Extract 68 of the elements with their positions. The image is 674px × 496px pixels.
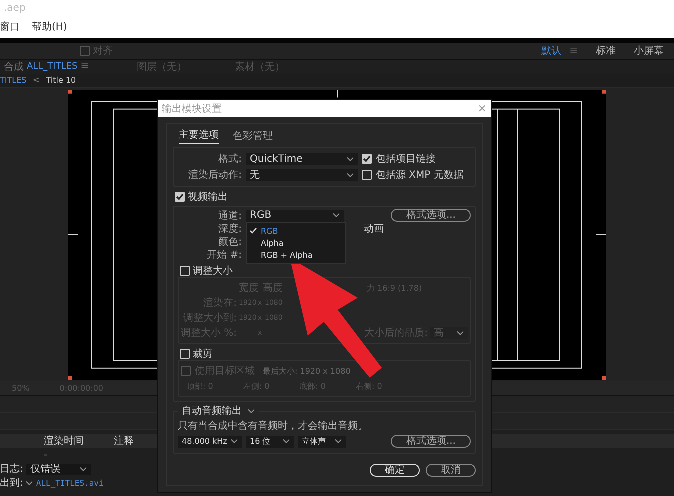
workspace-tab[interactable]: 默认 [542,44,562,58]
log-label: 日志: [0,462,24,476]
dialog-button[interactable]: 确定 [370,464,420,477]
caret-icon [231,439,238,444]
resize-handle[interactable] [602,90,606,94]
option-label: RGB [261,226,278,236]
audio-mode-dropdown[interactable]: 自动音频输出 [178,405,259,417]
section-label: 调整大小 [193,264,233,278]
caret-icon [347,172,354,178]
output-label: 出到: [0,476,24,490]
dialog-title: 输出模块设置 [162,102,222,116]
workspace-tab[interactable]: 标准 [596,44,616,58]
panel-tab-label: 合成 [4,60,24,74]
table-cell: - [44,450,48,460]
caret-icon [283,439,290,444]
breadcrumb-separator: < [32,76,40,86]
menu-item[interactable]: 窗口 [0,20,20,34]
resize-handle[interactable] [68,90,72,94]
channels-dropdown[interactable]: RGB [246,210,344,222]
breadcrumb-item[interactable]: Title 10 [46,76,76,85]
bit-depth-dropdown[interactable]: 16 位 [246,436,294,448]
menu-option[interactable]: RGB [247,225,345,237]
column-header[interactable]: 注释 [114,434,134,448]
checkbox[interactable] [80,46,90,56]
field-label: 颜色: [218,236,242,248]
menu-item[interactable]: 帮助(H) [32,20,68,34]
field-label: 开始 #: [206,248,242,262]
format-options-button[interactable]: 格式选项... [391,209,471,222]
resize-handle[interactable] [68,376,72,380]
codec-name: 动画 [364,222,384,236]
final-size-text: 最后大小: 1920 x 1080 [263,366,351,376]
tab[interactable]: 色彩管理 [233,128,273,144]
caret-icon [457,330,464,336]
field-label: 深度: [218,222,242,236]
post-render-dropdown[interactable]: 无 [246,169,358,181]
caret-icon [347,156,354,162]
log-dropdown[interactable]: 仅错误 [26,464,92,474]
section-label: 裁剪 [193,348,213,360]
menu-option[interactable]: Alpha [247,237,345,249]
option-label: Alpha [261,238,284,248]
sample-rate-dropdown[interactable]: 48.000 kHz [178,436,242,448]
caret-icon [335,439,342,444]
tab[interactable]: 主要选项 [179,128,219,144]
composition-name: ALL_TITLES [27,62,78,72]
audio-note: 只有当合成中含有音频时，才会输出音频。 [178,420,369,433]
breadcrumb-item[interactable]: TITLES [0,76,27,85]
resize-handle[interactable] [602,376,606,380]
column-header[interactable]: 渲染时间 [44,434,84,448]
dialog-button[interactable]: 取消 [426,464,476,477]
window-title: .aep [4,2,26,14]
field-label: 通道: [218,210,242,222]
checkbox-label: 包括源 XMP 元数据 [376,169,464,182]
checkbox-label: 包括项目链接 [376,152,436,166]
output-file-link[interactable]: ALL_TITLES.avi [36,478,104,488]
field-label: 格式: [218,152,242,166]
audio-channels-dropdown[interactable]: 立体声 [298,436,346,448]
workspace-tab[interactable]: 小屏幕 [634,44,664,58]
format-dropdown[interactable]: QuickTime [246,153,358,165]
section-label: 视频输出 [188,190,228,204]
menu-option[interactable]: RGB + Alpha [247,249,345,261]
caret-icon [333,213,340,218]
checkmark-icon [250,228,257,234]
caret-icon [248,408,255,414]
option-label: RGB + Alpha [261,250,313,260]
caret-icon [80,466,88,472]
field-label: 渲染后动作: [188,168,242,182]
format-options-button[interactable]: 格式选项... [391,435,471,448]
caret-icon [26,480,34,486]
